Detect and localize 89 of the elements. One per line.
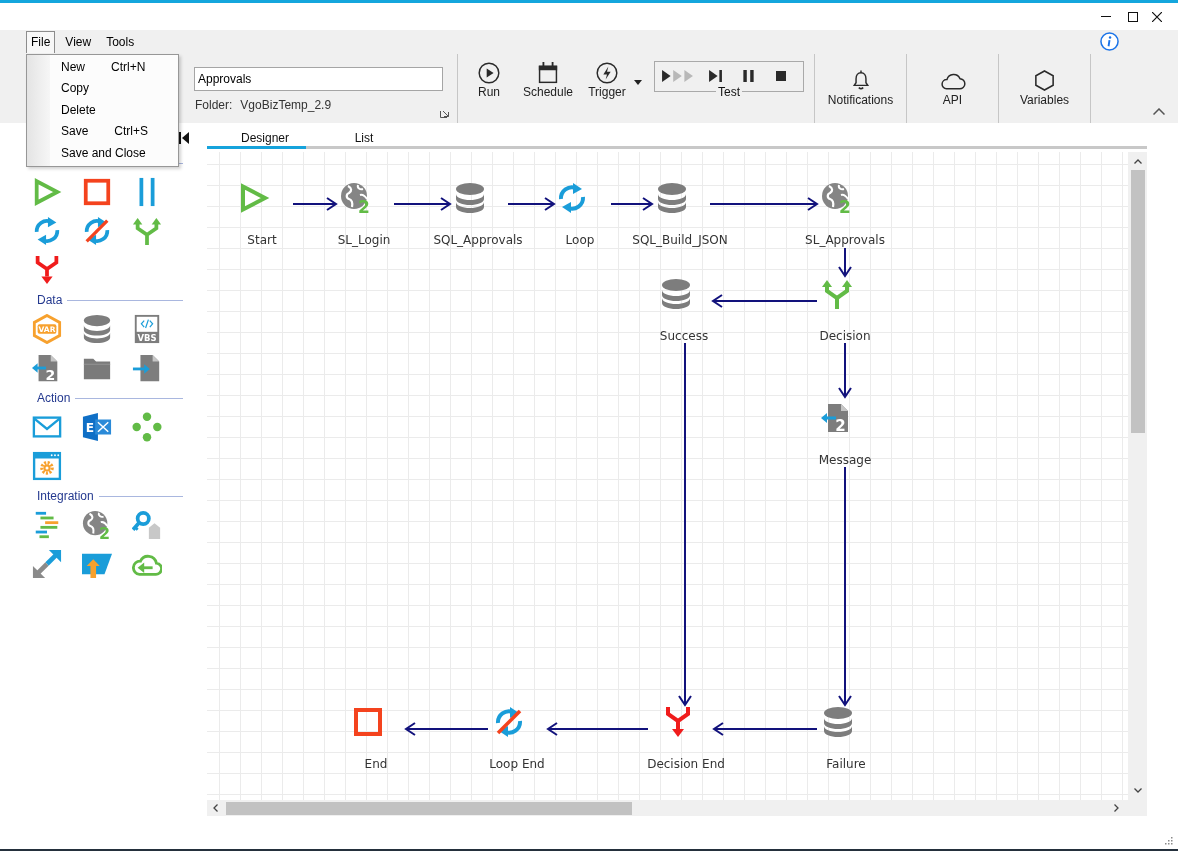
database-icon: [822, 706, 854, 738]
play-circle-icon: [478, 62, 500, 84]
menu-item[interactable]: File: [26, 31, 56, 53]
stop-square-icon: [352, 706, 384, 738]
caret-up-icon[interactable]: [1133, 159, 1142, 164]
node-label: Message: [818, 452, 872, 468]
collapse-panel-icon[interactable]: [179, 132, 189, 144]
connector-arrow: [393, 197, 452, 211]
caret-down-icon[interactable]: [634, 80, 642, 85]
caret-down-icon[interactable]: [1133, 788, 1142, 793]
menu-option[interactable]: Delete: [27, 99, 178, 121]
node-label: Loop End: [489, 756, 545, 772]
connector-arrow: [610, 197, 654, 211]
node-label: SL_Login: [337, 232, 391, 248]
file-import-icon[interactable]: [132, 353, 162, 383]
tab[interactable]: List: [306, 123, 405, 149]
refresh-icon[interactable]: [32, 216, 62, 246]
caret-right-icon[interactable]: [1114, 804, 1119, 812]
node-label: Decision: [819, 328, 871, 344]
vbs-script-icon[interactable]: VBS: [132, 314, 162, 344]
menu-option[interactable]: Save Ctrl+S: [27, 120, 178, 142]
bell-icon: [851, 70, 870, 90]
play-icon[interactable]: [32, 177, 62, 207]
bolt-circle-icon: [596, 62, 618, 84]
stop-square-icon[interactable]: [82, 177, 112, 207]
folder-name: VgoBizTemp_2.9: [240, 98, 332, 113]
expand-corner-icon[interactable]: [440, 108, 450, 118]
horizontal-scrollbar[interactable]: [207, 800, 1147, 816]
menu-item[interactable]: View: [60, 31, 97, 53]
name-field[interactable]: Approvals: [194, 67, 443, 91]
refresh-icon: [556, 182, 588, 214]
menu-option[interactable]: Copy: [27, 77, 178, 99]
section-heading: Integration: [37, 488, 94, 504]
connector-arrow: [838, 247, 852, 278]
stop-icon[interactable]: [776, 70, 786, 81]
database-icon[interactable]: [82, 314, 112, 344]
refresh-crossed-icon[interactable]: [82, 216, 112, 246]
node-label: Start: [247, 232, 277, 248]
diagonal-arrows-icon[interactable]: [32, 549, 62, 579]
play-icon: [238, 182, 270, 214]
connector-arrow: [838, 342, 852, 399]
node-label: Success: [659, 328, 709, 344]
menu-option[interactable]: New Ctrl+N: [27, 56, 178, 78]
database-icon: [660, 278, 692, 310]
notifications-button[interactable]: Notifications: [815, 54, 906, 123]
menu-item[interactable]: Tools: [101, 31, 140, 53]
dots-icon[interactable]: [132, 412, 162, 442]
close-icon[interactable]: [1152, 11, 1162, 22]
node-label: Decision End: [647, 756, 725, 772]
shortcut-text: Ctrl+S: [114, 124, 149, 139]
pause-icon[interactable]: [743, 69, 754, 82]
refresh-crossed-icon: [493, 706, 525, 738]
hexagon-icon: [1035, 69, 1054, 91]
section-heading: Data: [37, 292, 63, 308]
scroll-thumb[interactable]: [226, 801, 632, 815]
tab[interactable]: Designer: [207, 123, 306, 149]
node-label: Loop: [565, 232, 595, 248]
node-label: SL_Approvals: [805, 232, 885, 248]
connector-arrow: [292, 197, 338, 211]
vertical-scrollbar[interactable]: [1128, 152, 1147, 800]
node-label: SQL_Build_JSON: [632, 232, 728, 248]
caret-left-icon[interactable]: [213, 804, 218, 812]
connector-arrow: [507, 197, 556, 211]
variables-button[interactable]: Variables: [999, 54, 1090, 123]
node-label: SQL_Approvals: [433, 232, 523, 248]
run-button[interactable]: Run: [462, 54, 516, 100]
database-icon: [656, 182, 688, 214]
chevron-up-icon[interactable]: [1153, 108, 1165, 115]
menu-option[interactable]: Save and Close: [27, 142, 178, 164]
info-icon[interactable]: [1100, 32, 1119, 51]
shortcut-text: Ctrl+N: [111, 59, 146, 74]
folder-label: Folder:: [195, 98, 233, 113]
calendar-icon: [537, 62, 559, 84]
scroll-thumb[interactable]: [1130, 170, 1145, 433]
key-tag-icon[interactable]: [132, 510, 162, 540]
step-forward-icon[interactable]: [709, 69, 722, 82]
window-gear-icon[interactable]: [32, 451, 62, 481]
resize-grip-icon[interactable]: [1164, 836, 1173, 845]
section-heading: Action: [37, 390, 71, 406]
fork-icon: [821, 278, 853, 310]
schedule-button[interactable]: Schedule: [521, 54, 575, 100]
api-button[interactable]: API: [907, 54, 998, 123]
node-label: End: [364, 756, 388, 772]
fork-icon[interactable]: [132, 216, 162, 246]
trigger-button[interactable]: Trigger: [580, 54, 634, 100]
database-icon: [454, 182, 486, 214]
play-all-icon[interactable]: [662, 69, 693, 82]
maximize-icon[interactable]: [1128, 11, 1138, 22]
node-label: Failure: [826, 756, 866, 772]
